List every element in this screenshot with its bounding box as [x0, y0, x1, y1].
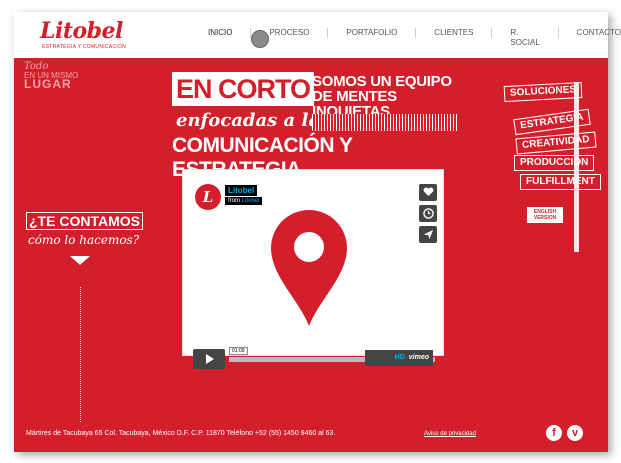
video-title[interactable]: Litobel [225, 185, 258, 196]
send-icon [423, 229, 433, 240]
nav-portafolio[interactable]: PORTAFOLIO [328, 28, 417, 38]
top-bar: Litobel ESTRATEGIA Y COMUNICACIÓN INICIO… [14, 12, 621, 58]
vimeo-brand[interactable]: vimeo [409, 354, 429, 361]
hd-toggle[interactable]: HD [395, 354, 405, 361]
cursor-indicator [251, 30, 269, 48]
hero-stripes [312, 114, 457, 131]
badge-todo: Todo [24, 61, 49, 72]
cta-block[interactable]: ¿TE CONTAMOS cómo lo hacemos? [26, 212, 143, 247]
video-user[interactable]: Litobel [242, 198, 260, 204]
video-player[interactable]: L Litobel from Litobel 01:09 HD vimeo [182, 169, 444, 369]
badge-lugar: LUGAR [24, 77, 72, 91]
sign-fulfillment[interactable]: FULFILLMENT [520, 174, 601, 190]
video-from[interactable]: from Litobel [225, 197, 263, 205]
heart-icon [423, 187, 433, 197]
english-version-button[interactable]: ENGLISH VERSION [527, 207, 563, 223]
cta-title[interactable]: ¿TE CONTAMOS [26, 212, 143, 230]
like-button[interactable] [419, 184, 437, 201]
video-screen[interactable]: L Litobel from Litobel 01:09 HD vimeo [189, 177, 437, 369]
privacy-link[interactable]: Aviso de privacidad [424, 431, 476, 437]
hero-line1a: SOMOS UN EQUIPO [312, 73, 452, 90]
facebook-icon[interactable]: f [546, 425, 562, 441]
logo[interactable]: Litobel [40, 18, 123, 44]
hero-italic: enfocadas a la [176, 110, 320, 131]
nav-contacto[interactable]: CONTACTO [559, 28, 621, 38]
chevron-down-icon[interactable] [70, 256, 90, 265]
play-icon [206, 354, 214, 364]
logo-tagline: ESTRATEGIA Y COMUNICACIÓN [42, 44, 127, 50]
nav-inicio[interactable]: INICIO [190, 28, 252, 38]
watch-later-button[interactable] [419, 205, 437, 222]
video-channel-logo[interactable]: L [195, 184, 221, 210]
location-pin-icon [271, 210, 347, 326]
video-timecode: 01:09 [229, 347, 248, 355]
lugar-badge: Todo EN UN MISMO LUGAR [24, 61, 78, 91]
page-frame: Litobel ESTRATEGIA Y COMUNICACIÓN INICIO… [14, 12, 621, 452]
vimeo-icon[interactable]: v [567, 425, 583, 441]
sign-creatividad[interactable]: CREATIVIDAD [515, 131, 597, 155]
hero-box: EN CORTO [172, 72, 315, 106]
cta-subtitle[interactable]: cómo lo hacemos? [28, 233, 143, 247]
clock-icon [422, 208, 434, 219]
play-button[interactable] [193, 349, 225, 369]
english-line2: VERSION [533, 215, 557, 221]
dotted-line [80, 287, 81, 422]
share-button[interactable] [419, 226, 437, 243]
nav-clientes[interactable]: CLIENTES [416, 28, 493, 38]
vimeo-bar[interactable]: HD vimeo [365, 350, 433, 366]
nav-rsocial[interactable]: R. SOCIAL [492, 28, 559, 47]
hero-line1: SOMOS UN EQUIPO DE MENTES INQUIETAS [312, 74, 462, 119]
video-from-label: from [228, 198, 240, 204]
footer-address: Mártires de Tacubaya 65 Col. Tacubaya, M… [26, 430, 336, 437]
sign-produccion[interactable]: PRODUCCIÓN [514, 155, 595, 171]
video-controls: 01:09 HD vimeo [189, 347, 437, 369]
sign-soluciones[interactable]: SOLUCIONES [503, 81, 583, 103]
